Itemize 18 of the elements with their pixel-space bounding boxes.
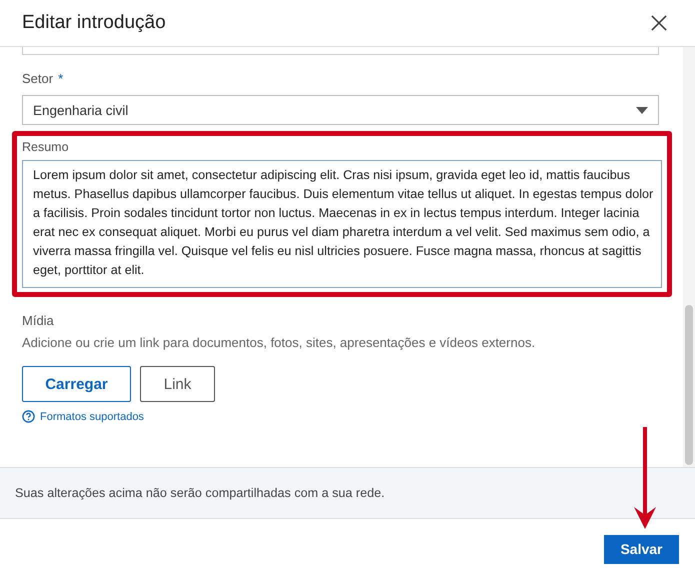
required-mark: * (58, 71, 64, 86)
formats-link[interactable]: Formatos suportados (40, 410, 144, 422)
help-icon (22, 410, 35, 423)
link-button[interactable]: Link (140, 366, 215, 402)
close-icon[interactable] (651, 15, 667, 31)
dialog-title: Editar introdução (22, 12, 166, 34)
upload-button[interactable]: Carregar (22, 366, 131, 402)
scrollbar[interactable] (683, 47, 695, 467)
field-label: Setor (22, 71, 54, 86)
caret-icon (636, 106, 648, 114)
summary-field[interactable]: Lorem ipsum dolor sit amet, consectetur adipiscing elit. Cras nisi ipsum, gravida eget leo id, mattis faucibus metus. Phasellus dapibus ullamcorper faucibus. Duis elementum vitae tellus ut aliquet. In egestas tempus dolor a facilisis. Proin sodales tincidunt tortor non luctus. Maecenas in ex in lectus tempus interdum. Integer lacinia erat nec ex consequat aliquet. Morbi eu purus vel diam pharetra interdum a vel velit. Sed maximus sem odio, a viverra massa fringilla vel. Quisque vel felis eu nisl ultricies posuere. Fusce magna massa, rhoncus at sagittis eget, porttitor at elit. (22, 160, 662, 288)
save-button[interactable]: Salvar (604, 534, 679, 564)
media-description: Adicione ou crie um link para documentos, fotos, sites, apresentações e vídeos externos. (22, 335, 536, 350)
arrow-icon (632, 427, 658, 531)
notice-text: Suas alterações acima não serão compartilhadas com a sua rede. (15, 486, 385, 500)
section-label: Mídia (22, 313, 54, 328)
field-label: Resumo (22, 140, 69, 154)
sector-select[interactable]: Engenharia civil (22, 95, 659, 125)
